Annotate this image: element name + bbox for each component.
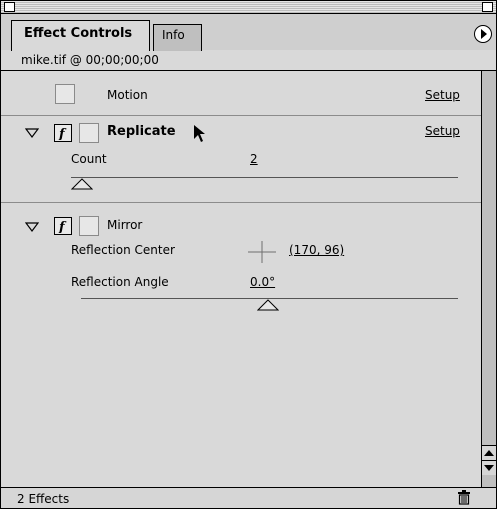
effect-row-replicate: f Replicate Setup Count 2 <box>1 116 481 196</box>
mirror-name: Mirror <box>107 218 143 232</box>
effect-row-motion: Motion Setup <box>1 71 481 109</box>
panel-menu-icon[interactable] <box>474 25 492 43</box>
count-label: Count <box>71 152 107 166</box>
scroll-up-arrow[interactable] <box>482 445 496 460</box>
tab-effect-controls[interactable]: Effect Controls <box>11 20 150 51</box>
motion-name: Motion <box>107 88 148 102</box>
status-bar: 2 Effects <box>1 487 496 508</box>
replicate-enable-checkbox[interactable] <box>79 123 99 143</box>
scroll-down-arrow[interactable] <box>482 460 496 475</box>
clip-info-bar: mike.tif @ 00;00;00;00 <box>1 50 496 71</box>
replicate-name: Replicate <box>107 124 176 139</box>
effect-f-icon[interactable]: f <box>54 124 72 142</box>
effect-f-icon[interactable]: f <box>54 217 72 235</box>
mirror-enable-checkbox[interactable] <box>79 216 99 236</box>
effects-list: Motion Setup f Replicate Setup Count 2 f… <box>1 71 481 487</box>
svg-text:f: f <box>58 127 67 140</box>
effects-count: 2 Effects <box>17 492 70 506</box>
vertical-scrollbar[interactable] <box>481 71 496 487</box>
tab-info[interactable]: Info <box>153 24 202 51</box>
svg-text:f: f <box>58 220 67 233</box>
motion-enable-checkbox[interactable] <box>55 84 75 104</box>
cursor-arrow-icon <box>194 125 205 142</box>
close-box[interactable] <box>4 2 15 12</box>
reflection-center-label: Reflection Center <box>71 243 175 257</box>
slider-thumb-icon[interactable] <box>71 178 93 190</box>
title-bar[interactable] <box>1 1 496 14</box>
effect-row-mirror: f Mirror Reflection Center (170, 96) Ref… <box>1 203 481 323</box>
reflection-center-value[interactable]: (170, 96) <box>289 243 344 257</box>
replicate-setup-link[interactable]: Setup <box>425 124 460 138</box>
collapse-triangle-icon[interactable] <box>25 222 39 232</box>
crosshair-icon[interactable] <box>248 241 276 263</box>
zoom-box[interactable] <box>482 2 493 12</box>
count-value[interactable]: 2 <box>250 152 258 166</box>
trash-icon[interactable] <box>457 490 471 505</box>
slider-thumb-icon[interactable] <box>257 299 279 311</box>
tab-info-label: Info <box>162 28 185 42</box>
reflection-angle-label: Reflection Angle <box>71 275 169 289</box>
collapse-triangle-icon[interactable] <box>25 128 39 138</box>
effect-controls-panel: Effect Controls Info mike.tif @ 00;00;00… <box>0 0 497 509</box>
clip-label: mike.tif @ 00;00;00;00 <box>21 53 159 67</box>
reflection-angle-value[interactable]: 0.0° <box>250 275 275 289</box>
motion-setup-link[interactable]: Setup <box>425 88 460 102</box>
count-slider-track[interactable] <box>71 177 458 178</box>
tab-effect-controls-label: Effect Controls <box>24 26 133 41</box>
tab-bar: Effect Controls Info <box>1 14 496 51</box>
